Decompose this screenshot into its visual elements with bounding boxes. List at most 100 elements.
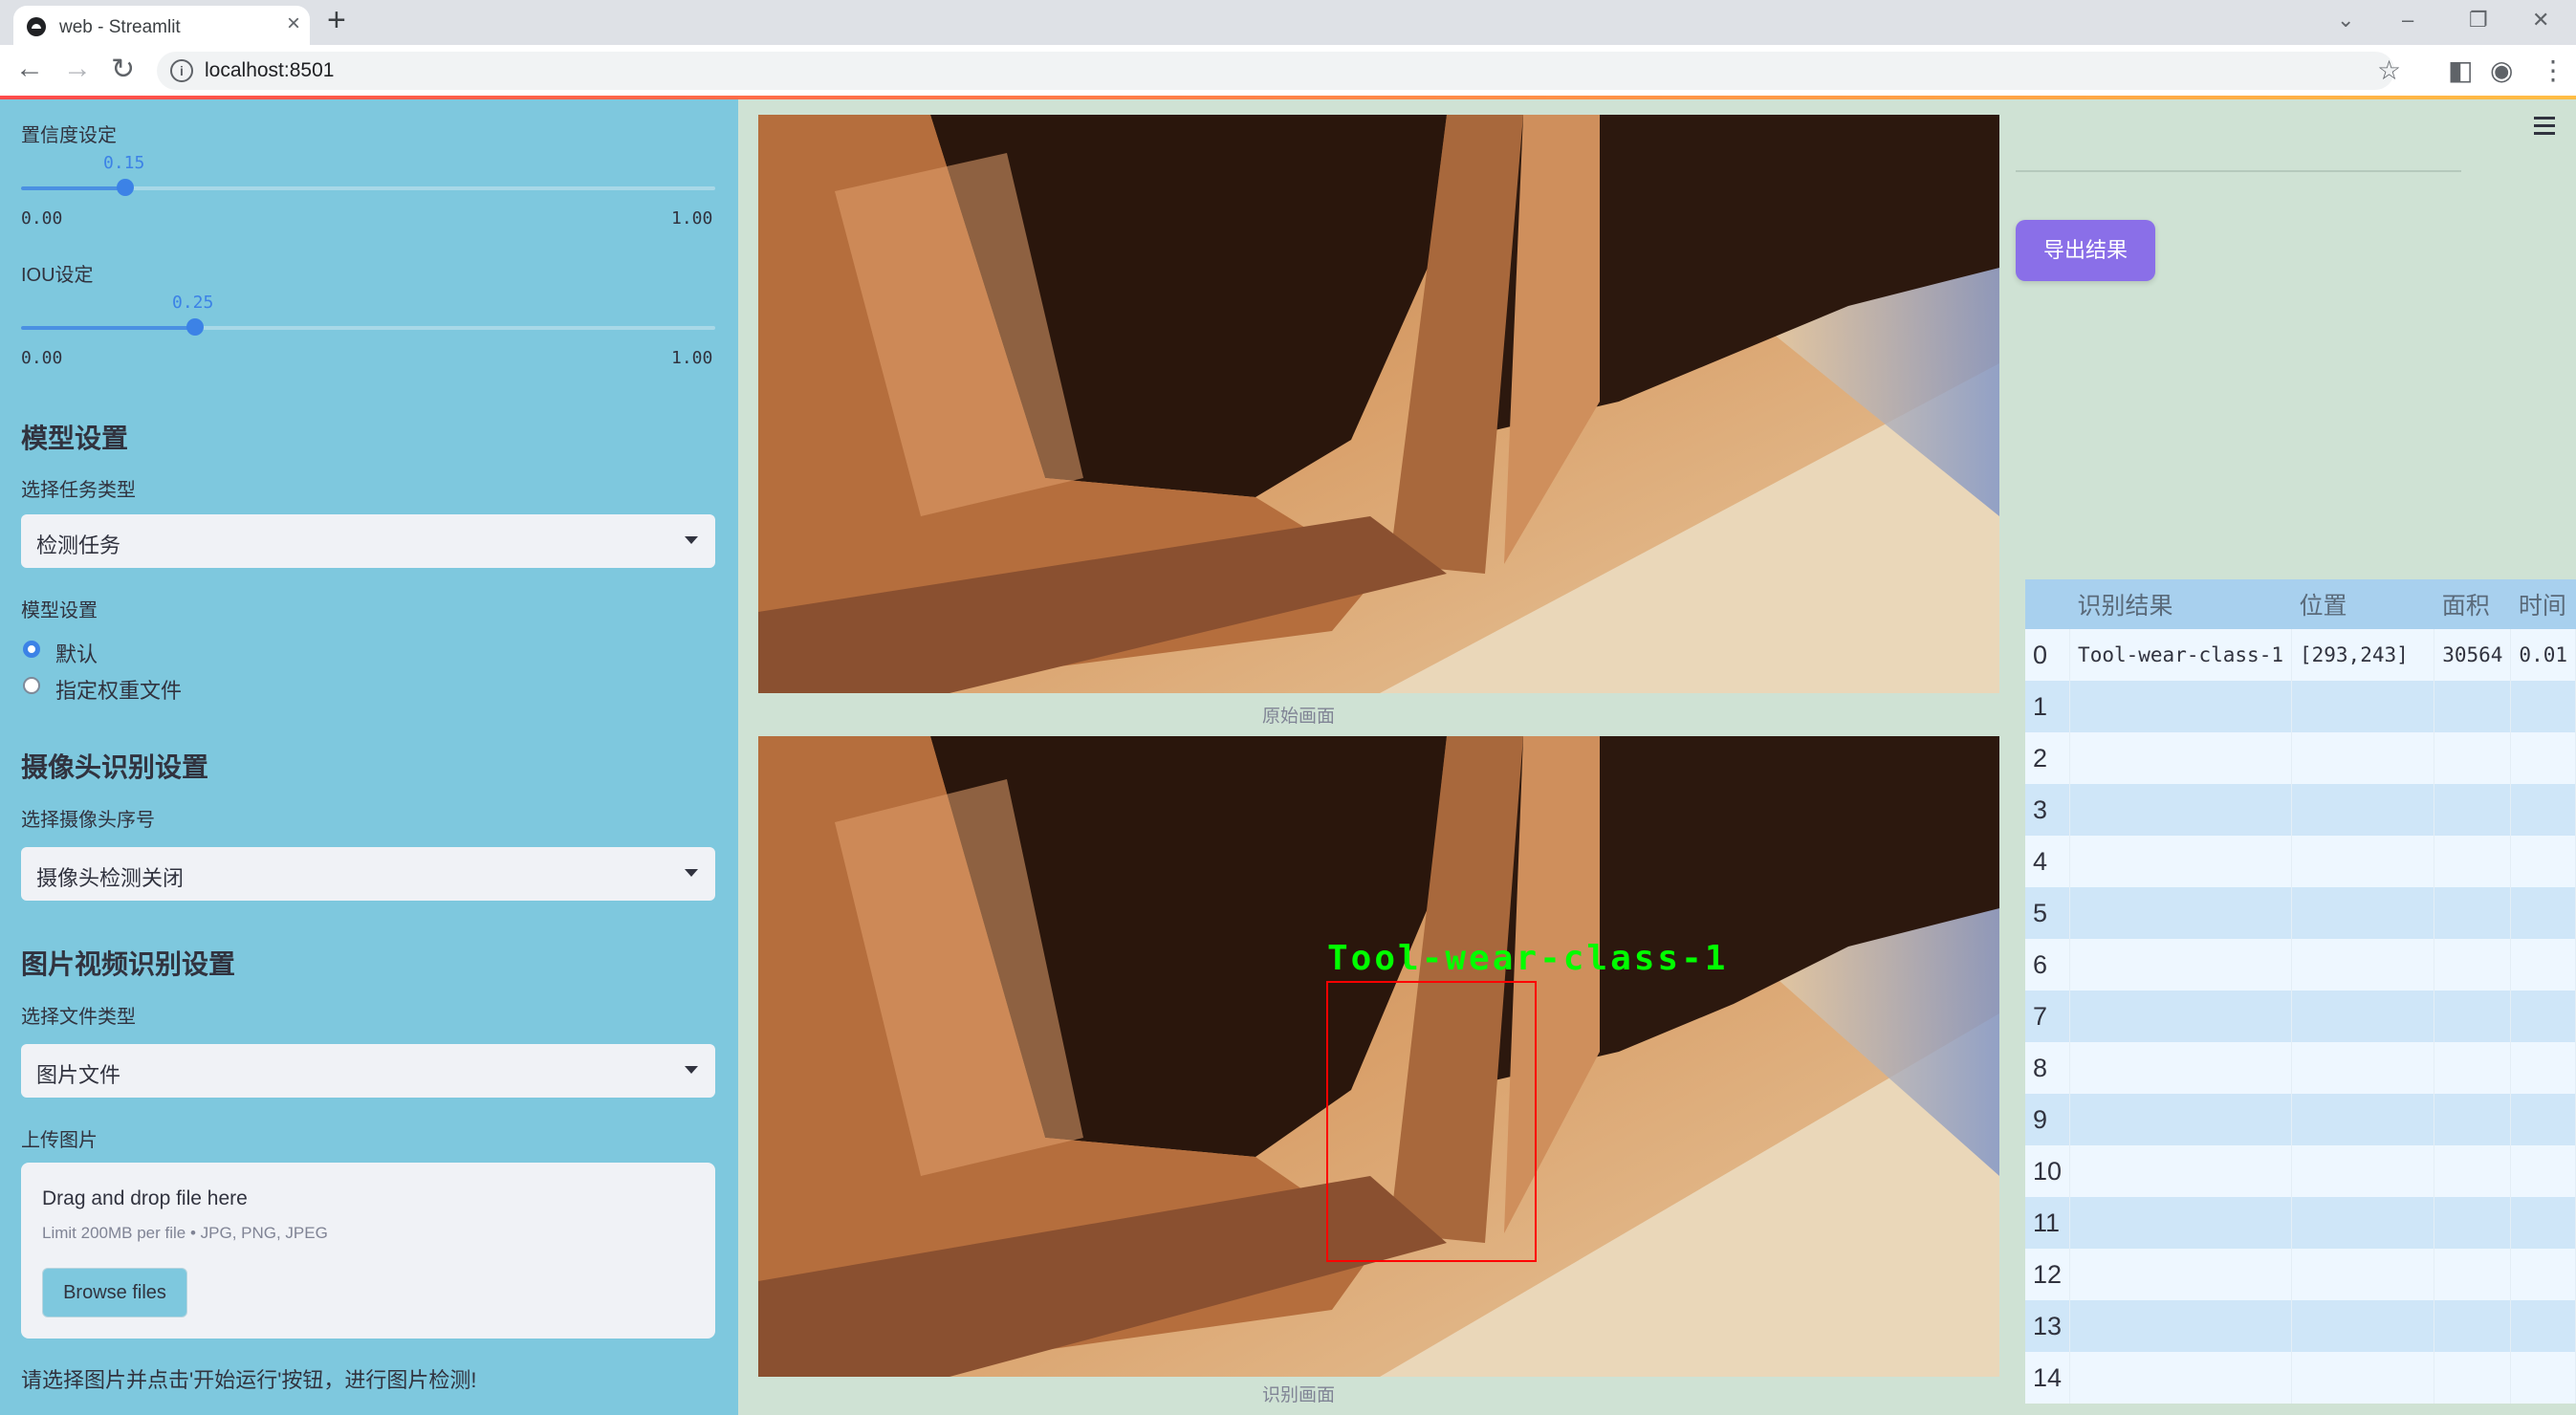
forward-icon[interactable]: → [63, 53, 92, 85]
table-row[interactable]: 13 [2025, 1300, 2576, 1352]
confidence-slider[interactable] [21, 179, 715, 196]
row-area [2434, 1042, 2512, 1094]
radio-custom-weights[interactable] [23, 677, 40, 694]
task-type-label: 选择任务类型 [21, 480, 136, 501]
row-area [2434, 939, 2512, 990]
iou-slider[interactable] [21, 318, 715, 336]
back-icon[interactable]: ← [15, 53, 44, 85]
close-window-icon[interactable]: ✕ [2532, 8, 2549, 33]
streamlit-favicon-icon [27, 17, 46, 36]
browse-files-button[interactable]: Browse files [42, 1268, 187, 1317]
file-section-heading: 图片视频识别设置 [21, 949, 236, 979]
task-type-select[interactable]: 检测任务 [21, 514, 715, 568]
bookmark-star-icon[interactable]: ☆ [2377, 54, 2401, 86]
file-dropzone[interactable]: Drag and drop file here Limit 200MB per … [21, 1163, 715, 1339]
confidence-min: 0.00 [21, 208, 63, 229]
row-index: 6 [2025, 939, 2071, 990]
row-index: 2 [2025, 732, 2071, 784]
radio-default[interactable] [23, 641, 40, 658]
table-row[interactable]: 9 [2025, 1094, 2576, 1145]
original-image-graphic [758, 115, 1999, 693]
row-position [2291, 1197, 2435, 1249]
col-header-result[interactable]: 识别结果 [2069, 579, 2292, 629]
row-index: 5 [2025, 887, 2071, 939]
row-result [2069, 836, 2292, 887]
col-header-time[interactable]: 时间 [2510, 579, 2576, 629]
row-index: 0 [2025, 629, 2071, 681]
chevron-down-icon [685, 536, 698, 544]
row-area [2434, 990, 2512, 1042]
row-position [2291, 681, 2435, 732]
url-text[interactable]: localhost:8501 [205, 59, 334, 82]
hamburger-menu-icon[interactable] [2534, 117, 2555, 140]
table-row[interactable]: 7 [2025, 990, 2576, 1042]
table-row[interactable]: 1 [2025, 681, 2576, 732]
browser-tab[interactable]: web - Streamlit × [13, 6, 310, 45]
row-index: 9 [2025, 1094, 2071, 1145]
side-panel-icon[interactable]: ◧ [2448, 54, 2473, 86]
row-position [2291, 732, 2435, 784]
row-position [2291, 887, 2435, 939]
table-row[interactable]: 5 [2025, 887, 2576, 939]
row-position [2291, 1145, 2435, 1197]
row-area [2434, 1352, 2512, 1404]
row-result [2069, 1352, 2292, 1404]
close-tab-icon[interactable]: × [287, 11, 300, 37]
row-area [2434, 1197, 2512, 1249]
row-time [2510, 681, 2576, 732]
site-info-icon[interactable]: i [170, 59, 193, 82]
omnibox[interactable]: i localhost:8501 ☆ [157, 52, 2401, 90]
table-row[interactable]: 6 [2025, 939, 2576, 990]
camera-section-heading: 摄像头识别设置 [21, 752, 209, 782]
confidence-slider-fill [21, 186, 125, 190]
row-result [2069, 1249, 2292, 1300]
row-position [2291, 1249, 2435, 1300]
reload-icon[interactable]: ↻ [111, 53, 135, 86]
iou-label: IOU设定 [21, 265, 94, 286]
col-header-position[interactable]: 位置 [2291, 579, 2434, 629]
confidence-label: 置信度设定 [21, 125, 117, 146]
minimize-icon[interactable]: – [2402, 8, 2413, 33]
row-position [2291, 836, 2435, 887]
row-result [2069, 1300, 2292, 1352]
export-results-button[interactable]: 导出结果 [2016, 220, 2155, 281]
file-type-select[interactable]: 图片文件 [21, 1044, 715, 1098]
radio-custom-weights-label[interactable]: 指定权重文件 [55, 674, 182, 705]
row-time: 0.01 [2510, 629, 2576, 681]
table-row[interactable]: 8 [2025, 1042, 2576, 1094]
row-time [2510, 1300, 2576, 1352]
address-bar-row: ← → ↻ i localhost:8501 ☆ ◧ ◉ ⋮ [0, 45, 2576, 97]
restore-icon[interactable]: ❐ [2469, 8, 2488, 33]
row-area: 30564 [2434, 629, 2512, 681]
row-area [2434, 1249, 2512, 1300]
table-row[interactable]: 10 [2025, 1145, 2576, 1197]
table-row[interactable]: 12 [2025, 1249, 2576, 1300]
radio-default-label[interactable]: 默认 [55, 638, 98, 668]
file-type-value: 图片文件 [36, 1063, 121, 1087]
row-time [2510, 887, 2576, 939]
table-row[interactable]: 2 [2025, 732, 2576, 784]
col-header-index[interactable] [2025, 579, 2070, 629]
profile-icon[interactable]: ◉ [2490, 54, 2513, 86]
camera-index-select[interactable]: 摄像头检测关闭 [21, 847, 715, 901]
row-position [2291, 1352, 2435, 1404]
row-time [2510, 1042, 2576, 1094]
new-tab-icon[interactable]: + [327, 2, 346, 39]
table-row[interactable]: 0 Tool-wear-class-1 [293,243] 30564 0.01 [2025, 629, 2576, 681]
table-row[interactable]: 14 [2025, 1352, 2576, 1404]
col-header-area[interactable]: 面积 [2434, 579, 2511, 629]
iou-slider-thumb[interactable] [186, 318, 204, 336]
table-row[interactable]: 3 [2025, 784, 2576, 836]
browser-menu-icon[interactable]: ⋮ [2540, 54, 2566, 86]
table-row[interactable]: 11 [2025, 1197, 2576, 1249]
confidence-slider-thumb[interactable] [116, 179, 134, 196]
row-index: 7 [2025, 990, 2071, 1042]
row-index: 12 [2025, 1249, 2071, 1300]
table-row[interactable]: 4 [2025, 836, 2576, 887]
iou-min: 0.00 [21, 348, 63, 368]
confidence-max: 1.00 [671, 208, 713, 229]
row-time [2510, 990, 2576, 1042]
results-table[interactable]: 识别结果 位置 面积 时间 0 Tool-wear-class-1 [293,243… [2025, 579, 2576, 1415]
row-area [2434, 732, 2512, 784]
tab-search-icon[interactable]: ⌄ [2337, 8, 2354, 33]
